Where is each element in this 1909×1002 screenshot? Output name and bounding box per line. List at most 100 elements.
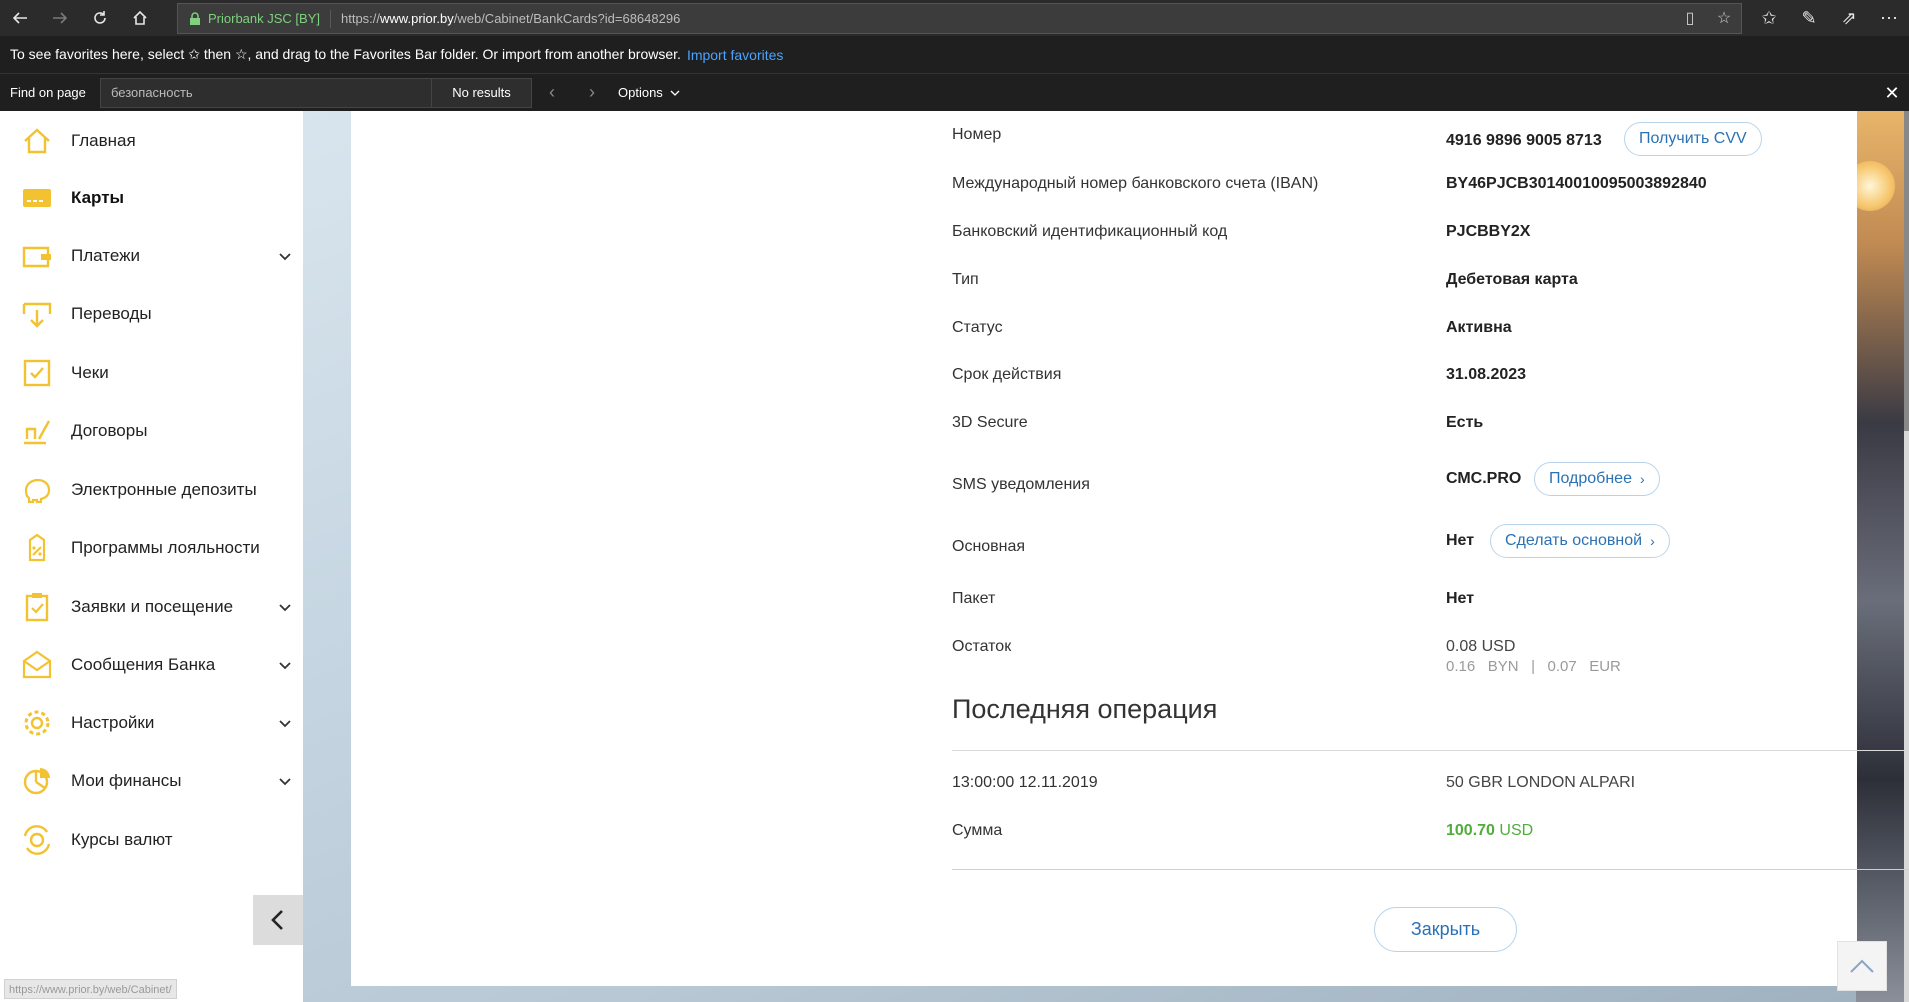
back-button[interactable] (0, 0, 40, 36)
share-icon[interactable]: ⇗ (1829, 0, 1869, 36)
sidebar-item-label: Чеки (71, 363, 109, 382)
close-button[interactable]: Закрыть (1374, 907, 1517, 952)
refresh-button[interactable] (80, 0, 120, 36)
close-find-icon[interactable]: ✕ (1879, 80, 1905, 106)
forward-button[interactable] (40, 0, 80, 36)
favorite-star-icon[interactable]: ☆ (1715, 9, 1733, 27)
amount-label: Сумма (952, 822, 1003, 839)
operation-datetime: 13:00:00 12.11.2019 (952, 774, 1098, 791)
sidebar-item-cards[interactable]: Карты (0, 174, 303, 222)
scroll-to-top-button[interactable] (1837, 941, 1887, 991)
status-value: Активна (1446, 319, 1512, 336)
sidebar-item-deposits[interactable]: Электронные депозиты (0, 466, 303, 514)
package-value: Нет (1446, 590, 1475, 607)
gear-icon (24, 710, 50, 736)
sidebar-item-receipts[interactable]: Чеки (0, 349, 303, 397)
find-next-icon[interactable]: › (572, 82, 612, 103)
chevron-down-icon (279, 778, 291, 786)
pie-chart-icon (23, 768, 50, 795)
arrow-right-icon (53, 12, 68, 24)
sidebar-item-payments[interactable]: Платежи (0, 232, 303, 280)
wallet-icon (22, 246, 51, 268)
chevron-down-icon (279, 662, 291, 670)
sidebar-item-transfers[interactable]: Переводы (0, 290, 303, 338)
sidebar-item-exchange-rates[interactable]: Курсы валют (0, 816, 303, 864)
sidebar-item-label: Карты (71, 188, 125, 207)
chevron-right-icon: › (1639, 471, 1645, 487)
sidebar-item-label: Договоры (71, 421, 148, 440)
chevron-down-icon (279, 720, 291, 728)
home-icon (133, 10, 147, 25)
detail-label: Статус (952, 319, 1003, 336)
clipboard-icon (25, 593, 49, 622)
sidebar-item-bank-messages[interactable]: Сообщения Банка (0, 641, 303, 689)
find-input[interactable]: безопасность (100, 77, 432, 108)
sidebar-item-label: Сообщения Банка (71, 655, 216, 674)
detail-label: Пакет (952, 590, 996, 607)
favorites-hub-icon[interactable]: ✩ (1749, 0, 1789, 36)
envelope-icon (22, 650, 52, 679)
piggy-bank-icon (24, 478, 51, 504)
site-identity[interactable]: Priorbank JSC [BY] (208, 9, 331, 28)
find-on-page-bar: Find on page безопасность No results ‹ ›… (0, 73, 1909, 111)
sms-value: СМС.PRO (1446, 470, 1522, 487)
url-text[interactable]: https://www.prior.by/web/Cabinet/BankCar… (341, 11, 680, 26)
sidebar-item-label: Платежи (71, 246, 140, 265)
page-viewport: Главная Карты Платежи Переводы Чеки Дого… (0, 111, 1909, 1002)
last-operation-title: Последняя операция (952, 694, 1218, 724)
sidebar-item-label: Переводы (71, 304, 152, 323)
card-type-value: Дебетовая карта (1446, 271, 1578, 288)
balance-byn-amount: 0.16 (1446, 658, 1476, 675)
address-field[interactable]: Priorbank JSC [BY] https://www.prior.by/… (177, 3, 1742, 34)
operation-merchant: 50 GBR LONDON ALPARI (1446, 774, 1636, 791)
collapse-sidebar-button[interactable] (253, 895, 303, 945)
sidebar-item-home[interactable]: Главная (0, 117, 303, 165)
detail-label: Международный номер банковского счета (I… (952, 175, 1319, 192)
receipt-check-icon (23, 359, 51, 387)
get-cvv-button[interactable]: Получить CVV (1624, 122, 1762, 156)
lock-icon (190, 11, 200, 25)
transfer-icon (22, 302, 52, 328)
find-previous-icon[interactable]: ‹ (532, 82, 572, 103)
balance-eur-currency: EUR (1589, 658, 1621, 675)
pen-icon[interactable]: ✎ (1789, 0, 1829, 36)
browser-address-bar: Priorbank JSC [BY] https://www.prior.by/… (0, 0, 1909, 36)
reading-view-icon[interactable]: ▯ (1681, 9, 1699, 27)
balance-conversions: 0.16 BYN | 0.07 EUR (1446, 658, 1621, 675)
home-button[interactable] (120, 0, 160, 36)
detail-label: Тип (952, 271, 979, 288)
sidebar: Главная Карты Платежи Переводы Чеки Дого… (0, 111, 303, 1002)
card-number-value: 4916 9896 9005 8713 (1446, 132, 1602, 149)
detail-label: SMS уведомления (952, 476, 1090, 493)
3d-secure-value: Есть (1446, 414, 1484, 431)
sidebar-item-label: Курсы валют (71, 830, 173, 849)
sidebar-item-label: Главная (71, 131, 136, 150)
find-label: Find on page (10, 85, 86, 100)
sidebar-item-loyalty[interactable]: Программы лояльности (0, 524, 303, 572)
import-favorites-link[interactable]: Import favorites (687, 47, 783, 63)
favorites-bar: To see favorites here, select ✩ then ☆, … (0, 36, 1909, 73)
sms-more-button[interactable]: Подробнее › (1534, 462, 1660, 496)
balance-value: 0.08 USD (1446, 638, 1516, 655)
balance-separator: | (1531, 658, 1535, 675)
sidebar-item-label: Мои финансы (71, 771, 182, 790)
iban-value: BY46PJCB30140010095003892840 (1446, 175, 1707, 192)
scrollbar-thumb[interactable] (1904, 111, 1909, 431)
sidebar-item-finances[interactable]: Мои финансы (0, 757, 303, 805)
detail-label: Остаток (952, 638, 1012, 655)
sidebar-item-settings[interactable]: Настройки (0, 699, 303, 747)
more-menu-icon[interactable]: ⋯ (1869, 0, 1909, 36)
currency-exchange-icon (23, 825, 51, 855)
chevron-up-icon (1850, 959, 1874, 973)
sidebar-item-applications[interactable]: Заявки и посещение (0, 583, 303, 631)
find-options-button[interactable]: Options (618, 85, 681, 100)
sidebar-item-contracts[interactable]: Договоры (0, 407, 303, 455)
favorites-bar-message: To see favorites here, select ✩ then ☆, … (10, 46, 681, 62)
make-primary-button[interactable]: Сделать основной › (1490, 524, 1670, 558)
home-icon (24, 128, 50, 154)
contract-pen-icon (24, 420, 51, 445)
section-divider (952, 869, 1909, 870)
detail-label: Банковский идентификационный код (952, 223, 1228, 240)
section-divider (952, 750, 1909, 751)
detail-label: Срок действия (952, 366, 1062, 383)
